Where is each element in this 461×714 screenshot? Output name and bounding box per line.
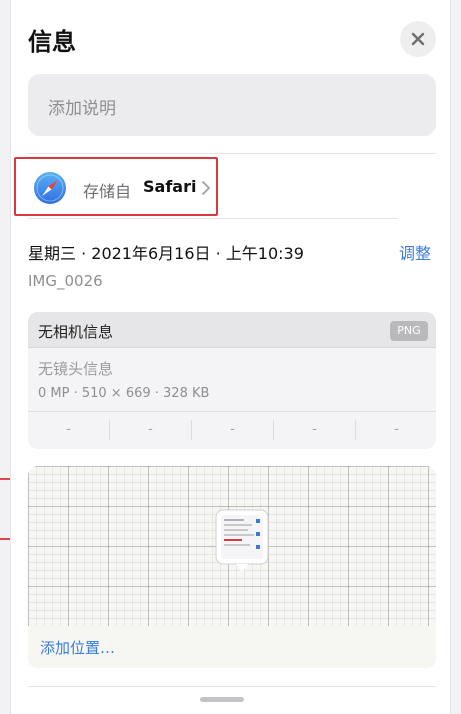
- file-name: IMG_0026: [28, 272, 103, 290]
- exif-exposure-value: -: [230, 422, 235, 437]
- exif-shutter-speed: -: [394, 422, 399, 437]
- info-panel: 信息 添加说明 存储自 Safari 星期三 · 2021年6月16日 · 上午…: [10, 0, 451, 714]
- chevron-right-icon: [202, 181, 210, 195]
- source-app-name: Safari: [143, 177, 197, 196]
- divider: [28, 218, 398, 219]
- exif-aperture: -: [312, 422, 317, 437]
- divider: [28, 686, 436, 687]
- divider: [28, 153, 436, 154]
- divider: [28, 411, 436, 412]
- close-button[interactable]: [400, 21, 436, 57]
- exif-focal-length: -: [148, 422, 153, 437]
- photo-location-pin-icon: [215, 509, 269, 572]
- capture-datetime: 星期三 · 2021年6月16日 · 上午10:39: [28, 244, 304, 263]
- exif-iso: -: [66, 422, 71, 437]
- safari-compass-icon: [34, 172, 66, 204]
- adjust-datetime-button[interactable]: 调整: [399, 240, 431, 264]
- lens-info: 无镜头信息: [38, 360, 114, 378]
- add-location-button[interactable]: 添加位置…: [40, 637, 115, 658]
- format-badge: PNG: [390, 321, 428, 341]
- home-indicator: [200, 697, 244, 702]
- camera-info-title: 无相机信息: [38, 323, 114, 341]
- source-row[interactable]: 存储自 Safari: [14, 157, 218, 216]
- source-label: 存储自: [83, 182, 132, 201]
- camera-info-card: 无相机信息 PNG 无镜头信息 0 MP · 510 × 669 · 328 K…: [28, 312, 436, 449]
- panel-title: 信息: [28, 28, 76, 56]
- caption-input[interactable]: 添加说明: [28, 74, 436, 136]
- close-icon: [411, 32, 425, 46]
- image-specs: 0 MP · 510 × 669 · 328 KB: [38, 386, 210, 401]
- camera-info-header: 无相机信息 PNG: [28, 312, 436, 348]
- location-map[interactable]: 添加位置…: [28, 466, 436, 668]
